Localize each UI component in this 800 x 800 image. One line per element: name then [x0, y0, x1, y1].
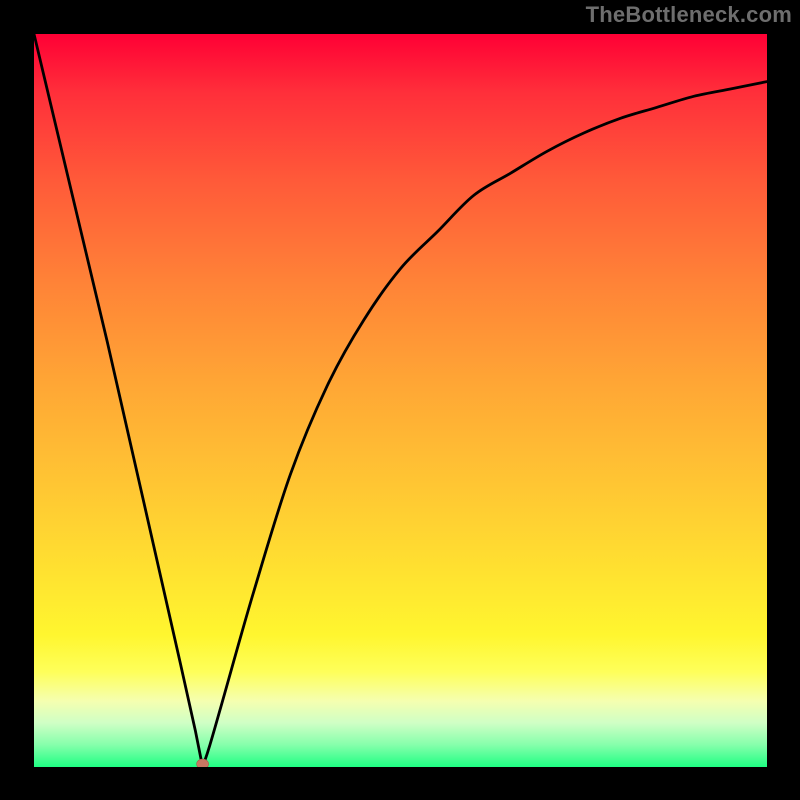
chart-frame: TheBottleneck.com [0, 0, 800, 800]
watermark-text: TheBottleneck.com [586, 2, 792, 28]
bottleneck-curve [34, 34, 767, 767]
minimum-marker [197, 759, 209, 767]
plot-area [34, 34, 767, 767]
